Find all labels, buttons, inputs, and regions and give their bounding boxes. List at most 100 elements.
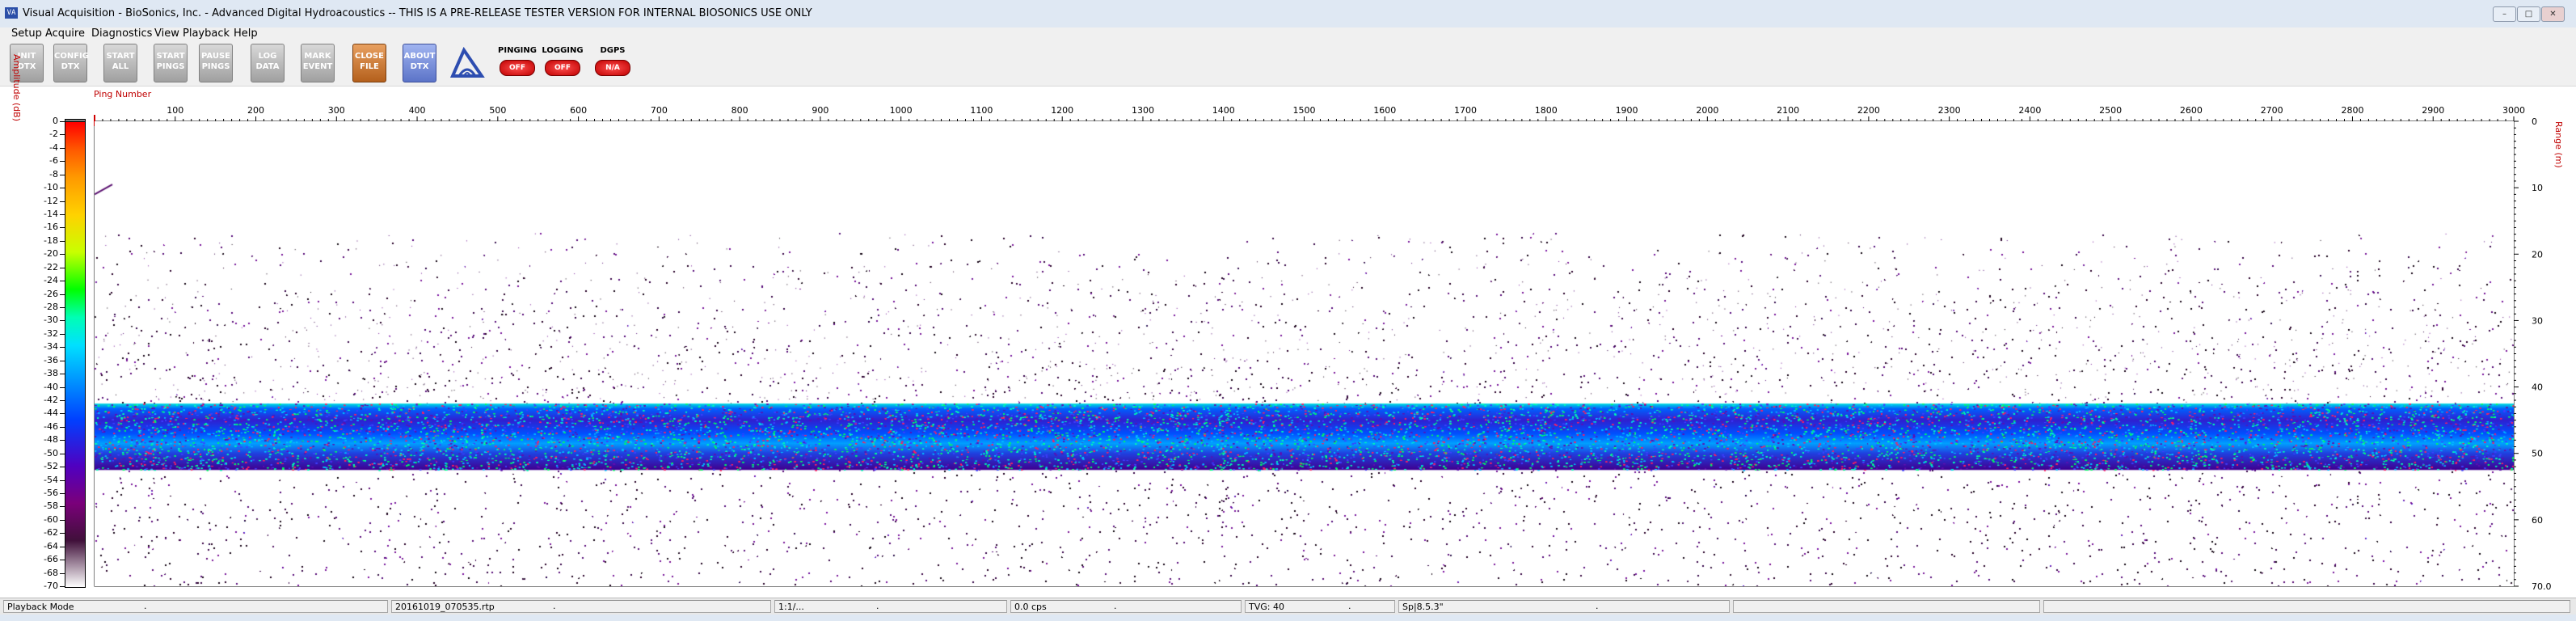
menu-setup[interactable]: Setup	[11, 27, 42, 40]
config-dtx-button[interactable]: CONFIG DTX	[53, 44, 89, 82]
status-sp: Sp|8.5.3"	[1398, 600, 1730, 613]
button-label: FILE	[360, 62, 379, 71]
x-tick-label: 200	[247, 105, 264, 116]
x-tick-label: 2800	[2341, 105, 2363, 116]
pinging-label: PINGING	[498, 46, 537, 55]
logging-state: OFF	[545, 60, 580, 76]
x-tick-label: 1800	[1535, 105, 1558, 116]
dgps-label: DGPS	[600, 46, 626, 55]
x-tick-label: 1300	[1132, 105, 1154, 116]
range-tick-label: 50	[2532, 449, 2543, 459]
menu-diagnostics[interactable]: Diagnostics	[91, 27, 152, 40]
about-dtx-button[interactable]: ABOUT DTX	[403, 44, 436, 82]
status-separator: .	[876, 601, 879, 611]
range-tick-label: 20	[2532, 249, 2543, 260]
start-pings-button[interactable]: START PINGS	[154, 44, 188, 82]
close-icon[interactable]: ✕	[2541, 6, 2565, 22]
x-tick-label: 2100	[1777, 105, 1799, 116]
menu-acquire[interactable]: Acquire	[45, 27, 85, 40]
button-label: MARK	[304, 52, 331, 61]
menu-view[interactable]: View	[154, 27, 179, 40]
button-label: START	[156, 52, 185, 61]
biosonics-logo-icon[interactable]	[449, 47, 485, 79]
x-tick-label: 1500	[1293, 105, 1316, 116]
x-tick-label: 2500	[2099, 105, 2122, 116]
button-label: DTX	[61, 62, 80, 71]
logging-label: LOGGING	[542, 46, 584, 55]
echogram-canvas[interactable]	[95, 121, 2514, 586]
range-tick-label: 60	[2532, 515, 2543, 526]
button-label: ABOUT	[403, 52, 436, 61]
range-tick-label: 30	[2532, 315, 2543, 326]
x-tick-label: 1400	[1212, 105, 1235, 116]
dgps-indicator: DGPS N/A	[592, 44, 634, 82]
status-cell-empty	[2043, 600, 2570, 613]
dgps-state: N/A	[595, 60, 630, 76]
pinging-indicator: PINGING OFF	[496, 44, 538, 82]
x-tick-label: 2600	[2180, 105, 2203, 116]
range-tick-label: 10	[2532, 183, 2543, 193]
button-label: DATA	[255, 62, 280, 71]
start-all-button[interactable]: START ALL	[103, 44, 137, 82]
mark-event-button[interactable]: MARK EVENT	[301, 44, 335, 82]
x-tick-label: 3000	[2502, 105, 2525, 116]
log-data-button[interactable]: LOG DATA	[251, 44, 285, 82]
x-tick-label: 2000	[1696, 105, 1718, 116]
x-tick-label: 1600	[1373, 105, 1396, 116]
app-icon: VA	[5, 7, 18, 19]
x-tick-label: 1700	[1454, 105, 1477, 116]
button-label: PINGS	[156, 62, 185, 71]
button-label: PINGS	[201, 62, 230, 71]
x-tick-label: 1900	[1616, 105, 1638, 116]
x-tick-label: 2900	[2422, 105, 2444, 116]
range-tick-label: 40	[2532, 382, 2543, 393]
status-tvg: TVG: 40	[1245, 600, 1395, 613]
status-separator: .	[553, 601, 556, 611]
status-bar: Playback Mode . 20161019_070535.rtp . 1:…	[0, 598, 2576, 615]
x-tick-label: 1100	[970, 105, 993, 116]
status-mode: Playback Mode	[3, 600, 388, 613]
status-cell-empty	[1733, 600, 2040, 613]
x-tick-label: 900	[812, 105, 828, 116]
status-separator: .	[1596, 601, 1599, 611]
menu-help[interactable]: Help	[234, 27, 258, 40]
x-tick-label: 1200	[1051, 105, 1073, 116]
pause-pings-button[interactable]: PAUSE PINGS	[199, 44, 233, 82]
x-tick-label: 2700	[2261, 105, 2283, 116]
range-tick-label: 0	[2532, 116, 2537, 127]
window-bottom-edge	[0, 615, 2576, 621]
status-rate: 0.0 cps	[1010, 600, 1242, 613]
minimize-icon[interactable]: –	[2493, 6, 2516, 22]
x-tick-label: 500	[489, 105, 506, 116]
x-tick-label: 300	[328, 105, 345, 116]
x-tick-label: 1000	[890, 105, 913, 116]
status-separator: .	[1348, 601, 1351, 611]
range-tick-label: 70.0	[2532, 581, 2552, 592]
x-tick-label: 400	[409, 105, 426, 116]
logging-indicator: LOGGING OFF	[542, 44, 584, 82]
menu-bar: Setup Acquire Diagnostics View Playback …	[0, 27, 2576, 40]
status-separator: .	[144, 601, 147, 611]
x-tick-label: 2400	[2018, 105, 2041, 116]
button-label: ALL	[112, 62, 129, 71]
x-tick-label: 2200	[1857, 105, 1880, 116]
x-tick-label: 2300	[1938, 105, 1961, 116]
button-label: PAUSE	[201, 52, 230, 61]
button-label: EVENT	[302, 62, 333, 71]
x-tick-label: 700	[651, 105, 668, 116]
x-tick-label: 100	[167, 105, 183, 116]
status-ratio: 1:1/...	[774, 600, 1007, 613]
toolbar: INIT DTX CONFIG DTX START ALL START PINGS PA…	[0, 40, 2576, 87]
button-label: DTX	[410, 62, 429, 71]
status-file: 20161019_070535.rtp	[391, 600, 771, 613]
menu-playback[interactable]: Playback	[183, 27, 230, 40]
title-bar: VA Visual Acquisition - BioSonics, Inc. …	[0, 0, 2576, 28]
x-tick-label: 800	[731, 105, 748, 116]
close-file-button[interactable]: CLOSE FILE	[352, 44, 386, 82]
button-label: LOG	[258, 52, 277, 61]
button-label: CONFIG	[54, 52, 89, 61]
window-title: Visual Acquisition - BioSonics, Inc. - A…	[23, 7, 812, 19]
maximize-icon[interactable]: □	[2517, 6, 2540, 22]
x-tick-label: 600	[570, 105, 587, 116]
button-label: START	[106, 52, 135, 61]
